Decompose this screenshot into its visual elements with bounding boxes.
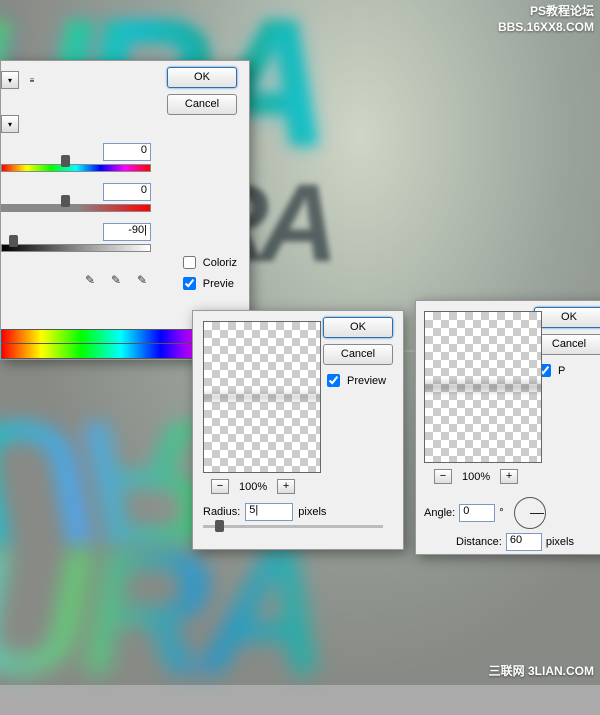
gauss-zoom-in[interactable]: + [277,479,295,494]
motion-zoom-out[interactable]: − [434,469,452,484]
hs-eyedroppers: ✎ ✎ ✎ [1,271,151,289]
gauss-radius-thumb[interactable] [215,520,224,532]
gauss-pixels-label: pixels [298,506,326,518]
hs-sat-row: 0 [1,183,151,213]
hs-light-slider[interactable] [1,244,151,252]
hs-hue-input[interactable]: 0 [103,143,151,161]
hs-sat-slider[interactable] [1,204,151,212]
gauss-preview-label: Preview [347,375,386,387]
motion-blur-dialog: OK Cancel P − 100% + Angle: 0 ° Distance… [415,300,600,555]
hs-menu-icon[interactable]: ≡ [25,71,39,89]
hs-light-thumb[interactable] [9,235,18,247]
hs-ok-button[interactable]: OK [167,67,237,88]
hs-preview-check[interactable]: Previe [179,274,237,293]
motion-cancel-button[interactable]: Cancel [534,334,600,355]
hs-colorize-label: Coloriz [203,257,237,269]
gauss-radius-input[interactable]: 5| [245,503,293,521]
eyedropper-icon[interactable]: ✎ [81,271,99,289]
motion-preview-box[interactable] [424,311,542,463]
gauss-cancel-button[interactable]: Cancel [323,344,393,365]
gauss-preview-box[interactable] [203,321,321,473]
gauss-preview-check[interactable]: Preview [323,371,393,390]
gauss-zoom-value: 100% [239,481,267,493]
motion-preview-label: P [558,365,565,377]
motion-zoom-value: 100% [462,471,490,483]
hs-cancel-button[interactable]: Cancel [167,94,237,115]
motion-degree-label: ° [499,507,503,519]
eyedropper-add-icon[interactable]: ✎ [107,271,125,289]
motion-zoom-in[interactable]: + [500,469,518,484]
hs-preset-dropdown[interactable]: ▾ [1,71,19,89]
hs-colorize-check[interactable]: Coloriz [179,253,237,272]
motion-distance-label: Distance: [456,536,502,548]
hs-hue-thumb[interactable] [61,155,70,167]
hs-range-dropdown[interactable]: ▾ [1,115,19,133]
gaussian-blur-dialog: OK Cancel Preview − 100% + Radius: 5| pi… [192,310,404,550]
motion-angle-dial[interactable] [514,497,546,529]
gauss-ok-button[interactable]: OK [323,317,393,338]
eyedropper-sub-icon[interactable]: ✎ [133,271,151,289]
motion-pixels-label: pixels [546,536,574,548]
motion-angle-input[interactable]: 0 [459,504,495,522]
motion-angle-label: Angle: [424,507,455,519]
gauss-radius-label: Radius: [203,506,240,518]
hs-hue-slider[interactable] [1,164,151,172]
hs-sat-input[interactable]: 0 [103,183,151,201]
motion-preview-check[interactable]: P [534,361,600,380]
hs-light-row: -90| [1,223,151,253]
hs-preview-label: Previe [203,278,234,290]
motion-distance-input[interactable]: 60 [506,533,542,551]
motion-ok-button[interactable]: OK [534,307,600,328]
hs-hue-row: 0 [1,143,151,173]
gauss-zoom-out[interactable]: − [211,479,229,494]
hs-light-input[interactable]: -90| [103,223,151,241]
gauss-radius-slider[interactable] [203,525,383,528]
hs-sat-thumb[interactable] [61,195,70,207]
